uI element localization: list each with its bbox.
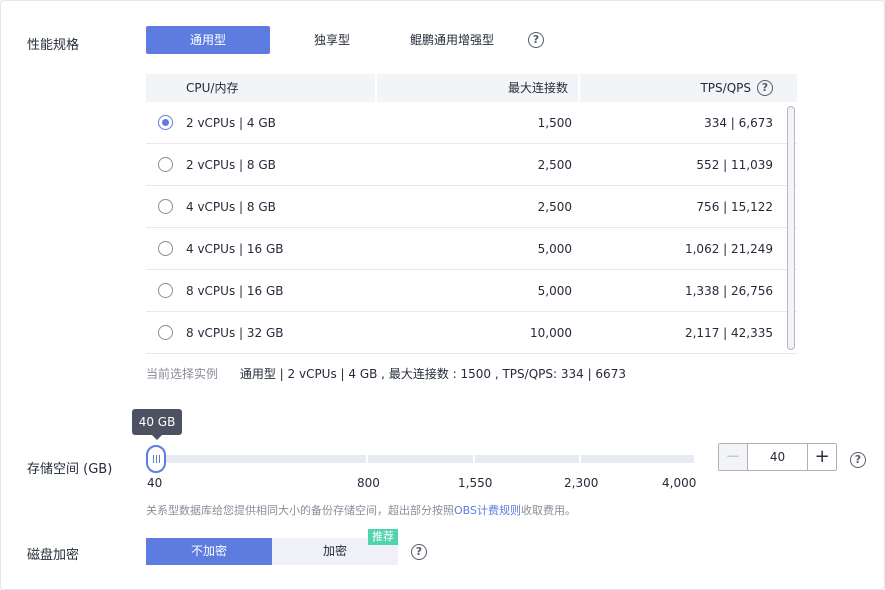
cell-cpu: 4 vCPUs | 16 GB [186,241,284,256]
table-row[interactable]: 4 vCPUs | 8 GB 2,500 756 | 15,122 [146,186,797,228]
note-prefix: 关系型数据库给您提供相同大小的备份存储空间，超出部分按照 [146,504,454,517]
radio-button[interactable] [158,325,173,340]
encryption-button[interactable]: 加密 推荐 [272,529,398,565]
tab-kunpeng[interactable]: 鲲鹏通用增强型 [394,26,510,54]
db-config-panel: 性能规格 通用型 独享型 鲲鹏通用增强型 ? CPU/内存 最大连接数 TPS/… [0,0,885,590]
current-selection: 当前选择实例 通用型 | 2 vCPUs | 4 GB , 最大连接数 : 15… [146,365,626,382]
current-selection-label: 当前选择实例 [146,367,219,381]
storage-note: 关系型数据库给您提供相同大小的备份存储空间，超出部分按照OBS计费规则收取费用。 [146,502,576,518]
table-row[interactable]: 2 vCPUs | 4 GB 1,500 334 | 6,673 [146,102,797,144]
perf-spec-label: 性能规格 [27,38,80,53]
slider-tooltip: 40 GB [132,409,182,440]
question-circle-icon[interactable]: ? [528,32,544,48]
track-separator [366,455,368,463]
cell-tps: 2,117 | 42,335 [684,325,773,340]
slider-tick: 2,300 [564,476,599,490]
radio-button[interactable] [158,199,173,214]
storage-input[interactable]: 40 [746,444,809,470]
cell-cpu: 2 vCPUs | 8 GB [186,157,276,172]
cell-tps: 1,338 | 26,756 [684,283,773,298]
increment-button[interactable]: + [808,444,837,470]
no-encryption-button[interactable]: 不加密 [146,538,272,565]
slider-handle[interactable] [146,445,166,473]
cell-cpu: 4 vCPUs | 8 GB [186,199,276,214]
spec-table: CPU/内存 最大连接数 TPS/QPS ? 2 vCPUs | 4 GB 1,… [146,74,797,354]
current-selection-value: 通用型 | 2 vCPUs | 4 GB , 最大连接数 : 1500 , TP… [239,367,626,381]
header-cpu: CPU/内存 [146,74,377,102]
storage-label: 存储空间 (GB) [27,462,113,477]
cell-cpu: 8 vCPUs | 32 GB [186,325,284,340]
cell-tps: 756 | 15,122 [696,199,773,214]
tab-general[interactable]: 通用型 [146,26,270,54]
cell-tps: 552 | 11,039 [696,157,773,172]
note-suffix: 收取费用。 [521,504,576,517]
radio-button[interactable] [158,283,173,298]
slider-tick: 4,000 [662,476,697,490]
perf-type-tabs: 通用型 独享型 鲲鹏通用增强型 ? [146,26,544,54]
table-row[interactable]: 4 vCPUs | 16 GB 5,000 1,062 | 21,249 [146,228,797,270]
question-circle-icon[interactable]: ? [411,544,427,560]
cell-tps: 1,062 | 21,249 [684,241,773,256]
slider-tick: 40 [147,476,163,490]
tab-dedicated[interactable]: 独享型 [270,26,394,54]
slider-tick: 1,550 [458,476,493,490]
table-body: 2 vCPUs | 4 GB 1,500 334 | 6,673 2 vCPUs… [146,102,797,354]
question-circle-icon[interactable]: ? [757,80,773,96]
encryption-button-label: 加密 [322,544,347,558]
table-scrollbar[interactable] [787,106,795,350]
track-separator [579,455,581,463]
cell-connections: 1,500 [537,115,572,130]
recommended-badge: 推荐 [368,529,398,545]
question-circle-icon[interactable]: ? [850,452,866,468]
header-tps: TPS/QPS ? [580,74,797,102]
encryption-label: 磁盘加密 [27,548,80,563]
header-tps-label: TPS/QPS [700,81,751,95]
storage-slider-track[interactable] [147,455,694,463]
radio-button[interactable] [158,115,173,130]
track-separator [473,455,475,463]
table-row[interactable]: 2 vCPUs | 8 GB 2,500 552 | 11,039 [146,144,797,186]
cell-cpu: 8 vCPUs | 16 GB [186,283,284,298]
storage-stepper: − 40 + [718,443,837,471]
cell-connections: 2,500 [537,199,572,214]
decrement-button[interactable]: − [719,444,747,470]
obs-billing-link[interactable]: OBS计费规则 [454,504,521,517]
encryption-toggle: 不加密 加密 推荐 ? [146,529,427,565]
header-connections: 最大连接数 [377,74,580,102]
cell-connections: 5,000 [537,283,572,298]
slider-tick: 800 [357,476,380,490]
cell-cpu: 2 vCPUs | 4 GB [186,115,276,130]
cell-connections: 10,000 [530,325,572,340]
table-row[interactable]: 8 vCPUs | 16 GB 5,000 1,338 | 26,756 [146,270,797,312]
cell-connections: 5,000 [537,241,572,256]
cell-connections: 2,500 [537,157,572,172]
cell-tps: 334 | 6,673 [704,115,773,130]
table-header: CPU/内存 最大连接数 TPS/QPS ? [146,74,797,102]
table-row[interactable]: 8 vCPUs | 32 GB 10,000 2,117 | 42,335 [146,312,797,354]
radio-button[interactable] [158,157,173,172]
radio-button[interactable] [158,241,173,256]
